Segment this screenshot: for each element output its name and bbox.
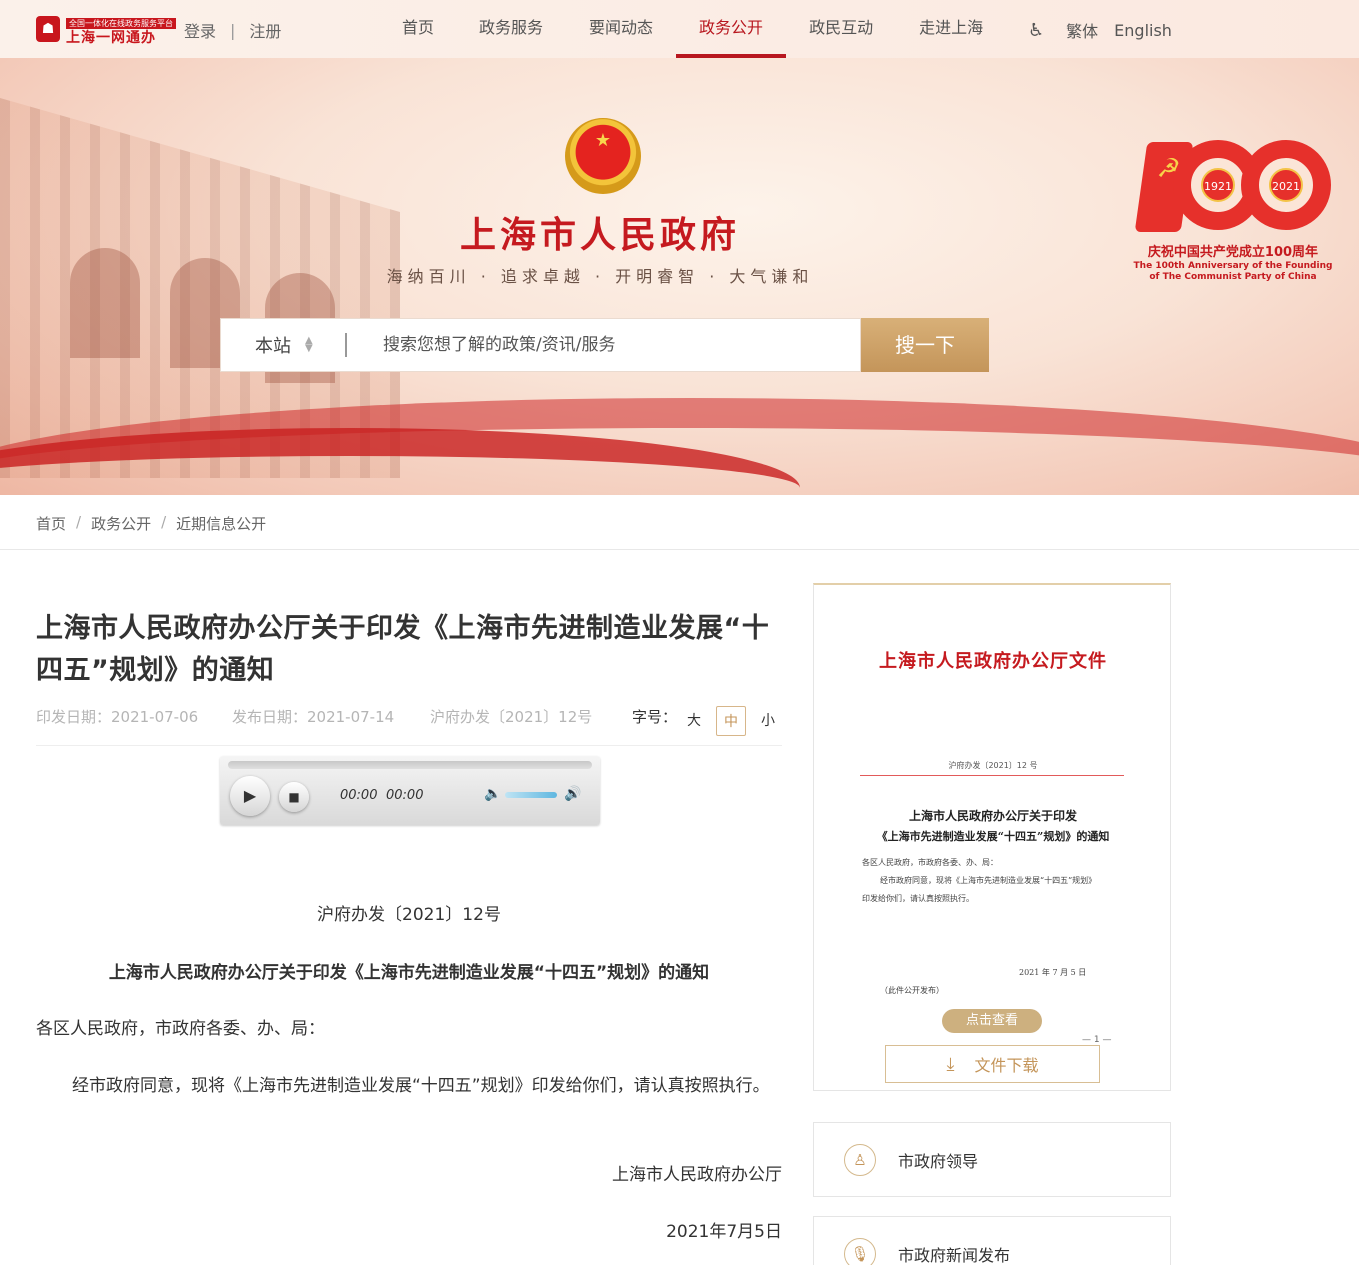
top-bar: ☗ 全国一体化在线政务服务平台 上海一网通办 登录 | 注册 首页 政务服务 要… bbox=[0, 0, 1359, 58]
volume-slider[interactable] bbox=[505, 792, 557, 798]
register-link[interactable]: 注册 bbox=[249, 18, 281, 42]
banner: ★ 上海市人民政府 海纳百川 · 追求卓越 · 开明睿智 · 大气谦和 本站 ▲… bbox=[0, 58, 1359, 495]
number-100-graphic: ☭ 1921 2021 bbox=[1133, 136, 1331, 236]
auth-links: 登录 | 注册 bbox=[184, 18, 281, 42]
national-emblem-icon: ★ bbox=[565, 118, 641, 194]
year-1921: 1921 bbox=[1201, 168, 1235, 202]
file-download-label: 文件下载 bbox=[974, 1056, 1039, 1075]
leader-icon: ♙ bbox=[844, 1143, 876, 1176]
auth-divider: | bbox=[230, 20, 236, 40]
preview-number: 沪府办发〔2021〕12 号 bbox=[948, 761, 1038, 770]
wheelchair-icon[interactable]: ♿ bbox=[1028, 20, 1044, 41]
side-link-label: 市政府新闻发布 bbox=[898, 1245, 1011, 1265]
download-icon: ⤓ bbox=[946, 1053, 955, 1075]
search-divider bbox=[345, 333, 347, 357]
nav-interaction[interactable]: 政民互动 bbox=[786, 0, 896, 58]
search-button[interactable]: 搜一下 bbox=[861, 318, 989, 372]
preview-heading-2: 《上海市先进制造业发展“十四五”规划》的通知 bbox=[876, 830, 1110, 843]
fontsize-large[interactable]: 大 bbox=[679, 706, 709, 736]
article-title: 上海市人民政府办公厅关于印发《上海市先进制造业发展“十四五”规划》的通知 bbox=[36, 613, 770, 686]
view-document-button[interactable]: 点击查看 bbox=[942, 1009, 1042, 1033]
audio-player: ▶ ■ 00:00 00:00 🔈 🔊 bbox=[220, 756, 600, 825]
preview-line: 各区人民政府，市政府各委、办、局： bbox=[862, 858, 998, 867]
stop-icon[interactable]: ■ bbox=[279, 782, 309, 812]
article-meta: 印发日期：2021-07-06 发布日期：2021-07-14 沪府办发〔202… bbox=[36, 706, 782, 746]
search-scope-value: 本站 bbox=[255, 336, 291, 357]
preview-title: 上海市人民政府办公厅文件 bbox=[879, 651, 1107, 672]
traditional-chinese-link[interactable]: 繁体 bbox=[1066, 18, 1098, 42]
fontsize-medium[interactable]: 中 bbox=[716, 706, 746, 736]
side-link-label: 市政府领导 bbox=[898, 1151, 979, 1171]
issue-date: 印发日期：2021-07-06 bbox=[36, 708, 199, 726]
logo-icon: ☗ bbox=[36, 15, 60, 42]
document-number: 沪府办发〔2021〕12号 bbox=[317, 905, 501, 925]
preview-line: 印发给你们，请认真按照执行。 bbox=[862, 894, 974, 903]
document-heading: 上海市人民政府办公厅关于印发《上海市先进制造业发展“十四五”规划》的通知 bbox=[108, 963, 710, 983]
divider bbox=[0, 549, 1359, 550]
fontsize-small[interactable]: 小 bbox=[753, 706, 783, 736]
site-title: 上海市人民政府 bbox=[459, 214, 740, 256]
search-input[interactable] bbox=[383, 335, 823, 355]
preview-red-line bbox=[860, 775, 1124, 776]
preview-heading-1: 上海市人民政府办公厅关于印发 bbox=[908, 809, 1077, 823]
document-addressee: 各区人民政府，市政府各委、办、局： bbox=[36, 1019, 325, 1039]
anniversary-cn: 庆祝中国共产党成立100周年 bbox=[1147, 245, 1319, 260]
preview-line: 经市政府同意，现将《上海市先进制造业发展“十四五”规划》 bbox=[880, 876, 1097, 885]
document-signature: 上海市人民政府办公厅 bbox=[612, 1165, 782, 1185]
anniversary-badge: ☭ 1921 2021 庆祝中国共产党成立100周年 The 100th Ann… bbox=[1133, 136, 1333, 286]
login-link[interactable]: 登录 bbox=[184, 18, 216, 42]
audio-progress-bar[interactable] bbox=[228, 761, 592, 769]
volume-high-icon[interactable]: 🔊 bbox=[564, 786, 581, 802]
anniversary-en: The 100th Anniversary of the Founding of… bbox=[1133, 261, 1333, 282]
nav-home[interactable]: 首页 bbox=[380, 0, 456, 58]
audio-current-time: 00:00 bbox=[340, 788, 378, 803]
microphone-icon: 🎙 bbox=[844, 1237, 876, 1265]
nav-news[interactable]: 要闻动态 bbox=[566, 0, 676, 58]
publish-date: 发布日期：2021-07-14 bbox=[232, 708, 395, 726]
side-link-press[interactable]: 🎙 市政府新闻发布 bbox=[813, 1216, 1171, 1265]
year-2021: 2021 bbox=[1269, 168, 1303, 202]
document-preview-card: 上海市人民政府办公厅文件 沪府办发〔2021〕12 号 上海市人民政府办公厅关于… bbox=[813, 583, 1171, 1091]
document-body: 经市政府同意，现将《上海市先进制造业发展“十四五”规划》印发给你们，请认真按照执… bbox=[72, 1076, 770, 1096]
site-logo[interactable]: ☗ 全国一体化在线政务服务平台 上海一网通办 bbox=[36, 11, 176, 46]
header-tools: ♿ 繁体 English bbox=[1028, 18, 1172, 42]
logo-subtitle: 全国一体化在线政务服务平台 bbox=[66, 18, 176, 29]
logo-title: 上海一网通办 bbox=[66, 30, 156, 46]
breadcrumb-recent-info[interactable]: 近期信息公开 bbox=[176, 513, 266, 534]
updown-arrow-icon: ▲ ▼ bbox=[305, 335, 313, 354]
preview-page-number: — 1 — bbox=[1082, 1035, 1112, 1045]
preview-publish-note: （此件公开发布） bbox=[880, 986, 944, 995]
breadcrumb-gov-info[interactable]: 政务公开 bbox=[91, 513, 151, 534]
document-date: 2021年7月5日 bbox=[666, 1222, 782, 1242]
breadcrumb: 首页 / 政务公开 / 近期信息公开 bbox=[36, 513, 267, 534]
nav-about-shanghai[interactable]: 走进上海 bbox=[896, 0, 1006, 58]
breadcrumb-home[interactable]: 首页 bbox=[36, 513, 66, 534]
search-scope-select[interactable]: 本站 ▲ ▼ bbox=[220, 318, 345, 372]
nav-gov-info[interactable]: 政务公开 bbox=[676, 0, 787, 58]
main-nav: 首页 政务服务 要闻动态 政务公开 政民互动 走进上海 bbox=[380, 0, 1006, 58]
nav-gov-services[interactable]: 政务服务 bbox=[456, 0, 566, 58]
file-download-button[interactable]: ⤓ 文件下载 bbox=[885, 1045, 1100, 1083]
english-link[interactable]: English bbox=[1114, 21, 1172, 40]
side-link-leaders[interactable]: ♙ 市政府领导 bbox=[813, 1122, 1171, 1197]
search-bar: 本站 ▲▼ 搜一下 bbox=[220, 318, 989, 372]
preview-date: 2021 年 7 月 5 日 bbox=[1019, 968, 1087, 977]
volume-low-icon[interactable]: 🔈 bbox=[484, 786, 501, 802]
site-slogan: 海纳百川 · 追求卓越 · 开明睿智 · 大气谦和 bbox=[386, 267, 814, 286]
audio-duration: 00:00 bbox=[386, 788, 424, 803]
doc-number: 沪府办发〔2021〕12号 bbox=[430, 708, 593, 726]
play-icon[interactable]: ▶ bbox=[230, 776, 270, 816]
fontsize-label: 字号： bbox=[632, 708, 678, 726]
